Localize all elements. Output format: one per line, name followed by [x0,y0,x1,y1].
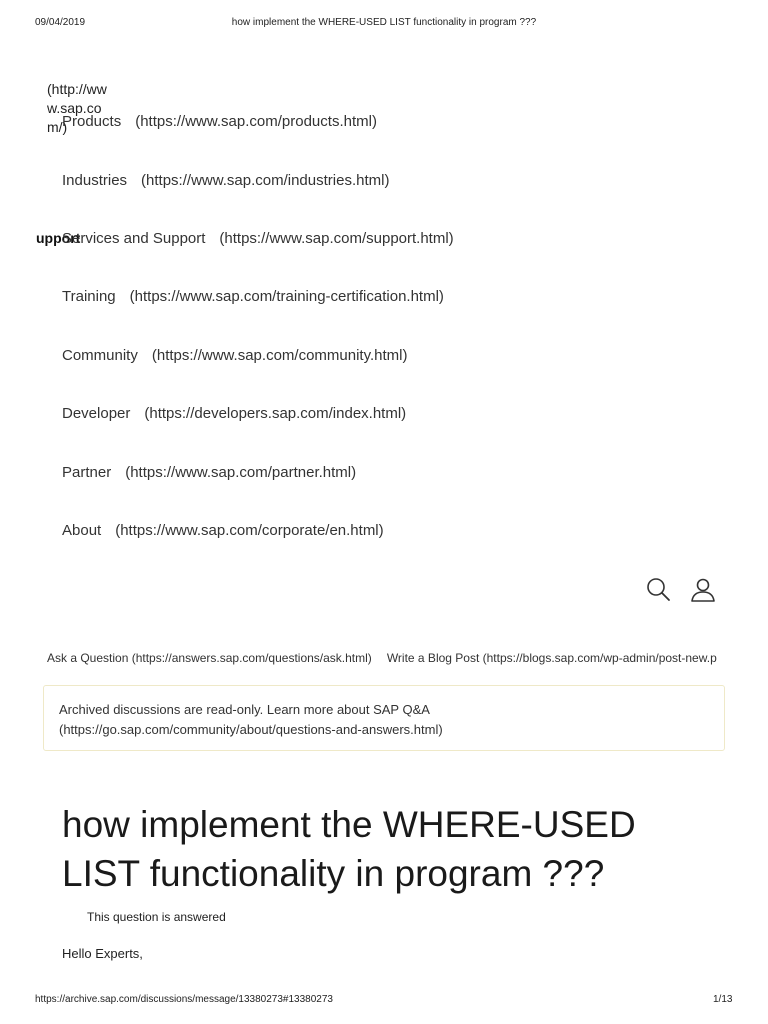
nav-item-developer[interactable]: Developer (https://developers.sap.com/ind… [62,405,406,422]
answered-status: This question is answered [87,910,226,924]
nav-url[interactable]: (https://www.sap.com/training-certificat… [130,288,444,305]
search-icon[interactable] [645,576,673,604]
nav-item-about[interactable]: About (https://www.sap.com/corporate/en.h… [62,522,384,539]
nav-url[interactable]: (https://www.sap.com/partner.html) [125,464,356,481]
nav-label[interactable]: Partner [62,464,111,481]
nav-item-partner[interactable]: Partner (https://www.sap.com/partner.html… [62,464,356,481]
nav-label[interactable]: Training [62,288,116,305]
archived-notice: Archived discussions are read-only. Lear… [43,685,725,751]
user-icon[interactable] [689,576,717,604]
nav-item-industries[interactable]: Industries (https://www.sap.com/industrie… [62,172,389,189]
nav-item-training[interactable]: Training (https://www.sap.com/training-ce… [62,288,444,305]
question-body-greeting: Hello Experts, [62,946,143,961]
notice-link[interactable]: (https://go.sap.com/community/about/ques… [59,720,709,740]
notice-text: Archived discussions are read-only. Lear… [59,702,430,717]
nav-url[interactable]: (https://www.sap.com/corporate/en.html) [115,522,383,539]
nav-url[interactable]: (https://www.sap.com/products.html) [135,113,377,130]
nav-label[interactable]: Community [62,347,138,364]
nav-label[interactable]: Industries [62,172,127,189]
nav-item-community[interactable]: Community (https://www.sap.com/community.… [62,347,407,364]
ask-question-link[interactable]: Ask a Question (https://answers.sap.com/… [47,651,372,665]
nav-label[interactable]: Developer [62,405,130,422]
nav-item-products[interactable]: Products (https://www.sap.com/products.ht… [62,113,377,130]
print-footer-url: https://archive.sap.com/discussions/mess… [35,994,333,1005]
nav-item-services-support[interactable]: Services and Support (https://www.sap.com… [62,230,454,247]
nav-label[interactable]: Services and Support [62,230,205,247]
nav-url[interactable]: (https://www.sap.com/community.html) [152,347,408,364]
write-blog-post-link[interactable]: Write a Blog Post (https://blogs.sap.com… [387,651,717,665]
print-page-number: 1/13 [713,994,733,1005]
nav-url[interactable]: (https://www.sap.com/industries.html) [141,172,389,189]
question-title: how implement the WHERE-USED LIST functi… [62,804,636,894]
nav-url[interactable]: (https://developers.sap.com/index.html) [144,405,406,422]
action-links: Ask a Question (https://answers.sap.com/… [47,651,732,665]
nav-url[interactable]: (https://www.sap.com/support.html) [219,230,453,247]
nav-label[interactable]: Products [62,113,121,130]
print-page-title: how implement the WHERE-USED LIST functi… [231,17,537,28]
nav-label[interactable]: About [62,522,101,539]
